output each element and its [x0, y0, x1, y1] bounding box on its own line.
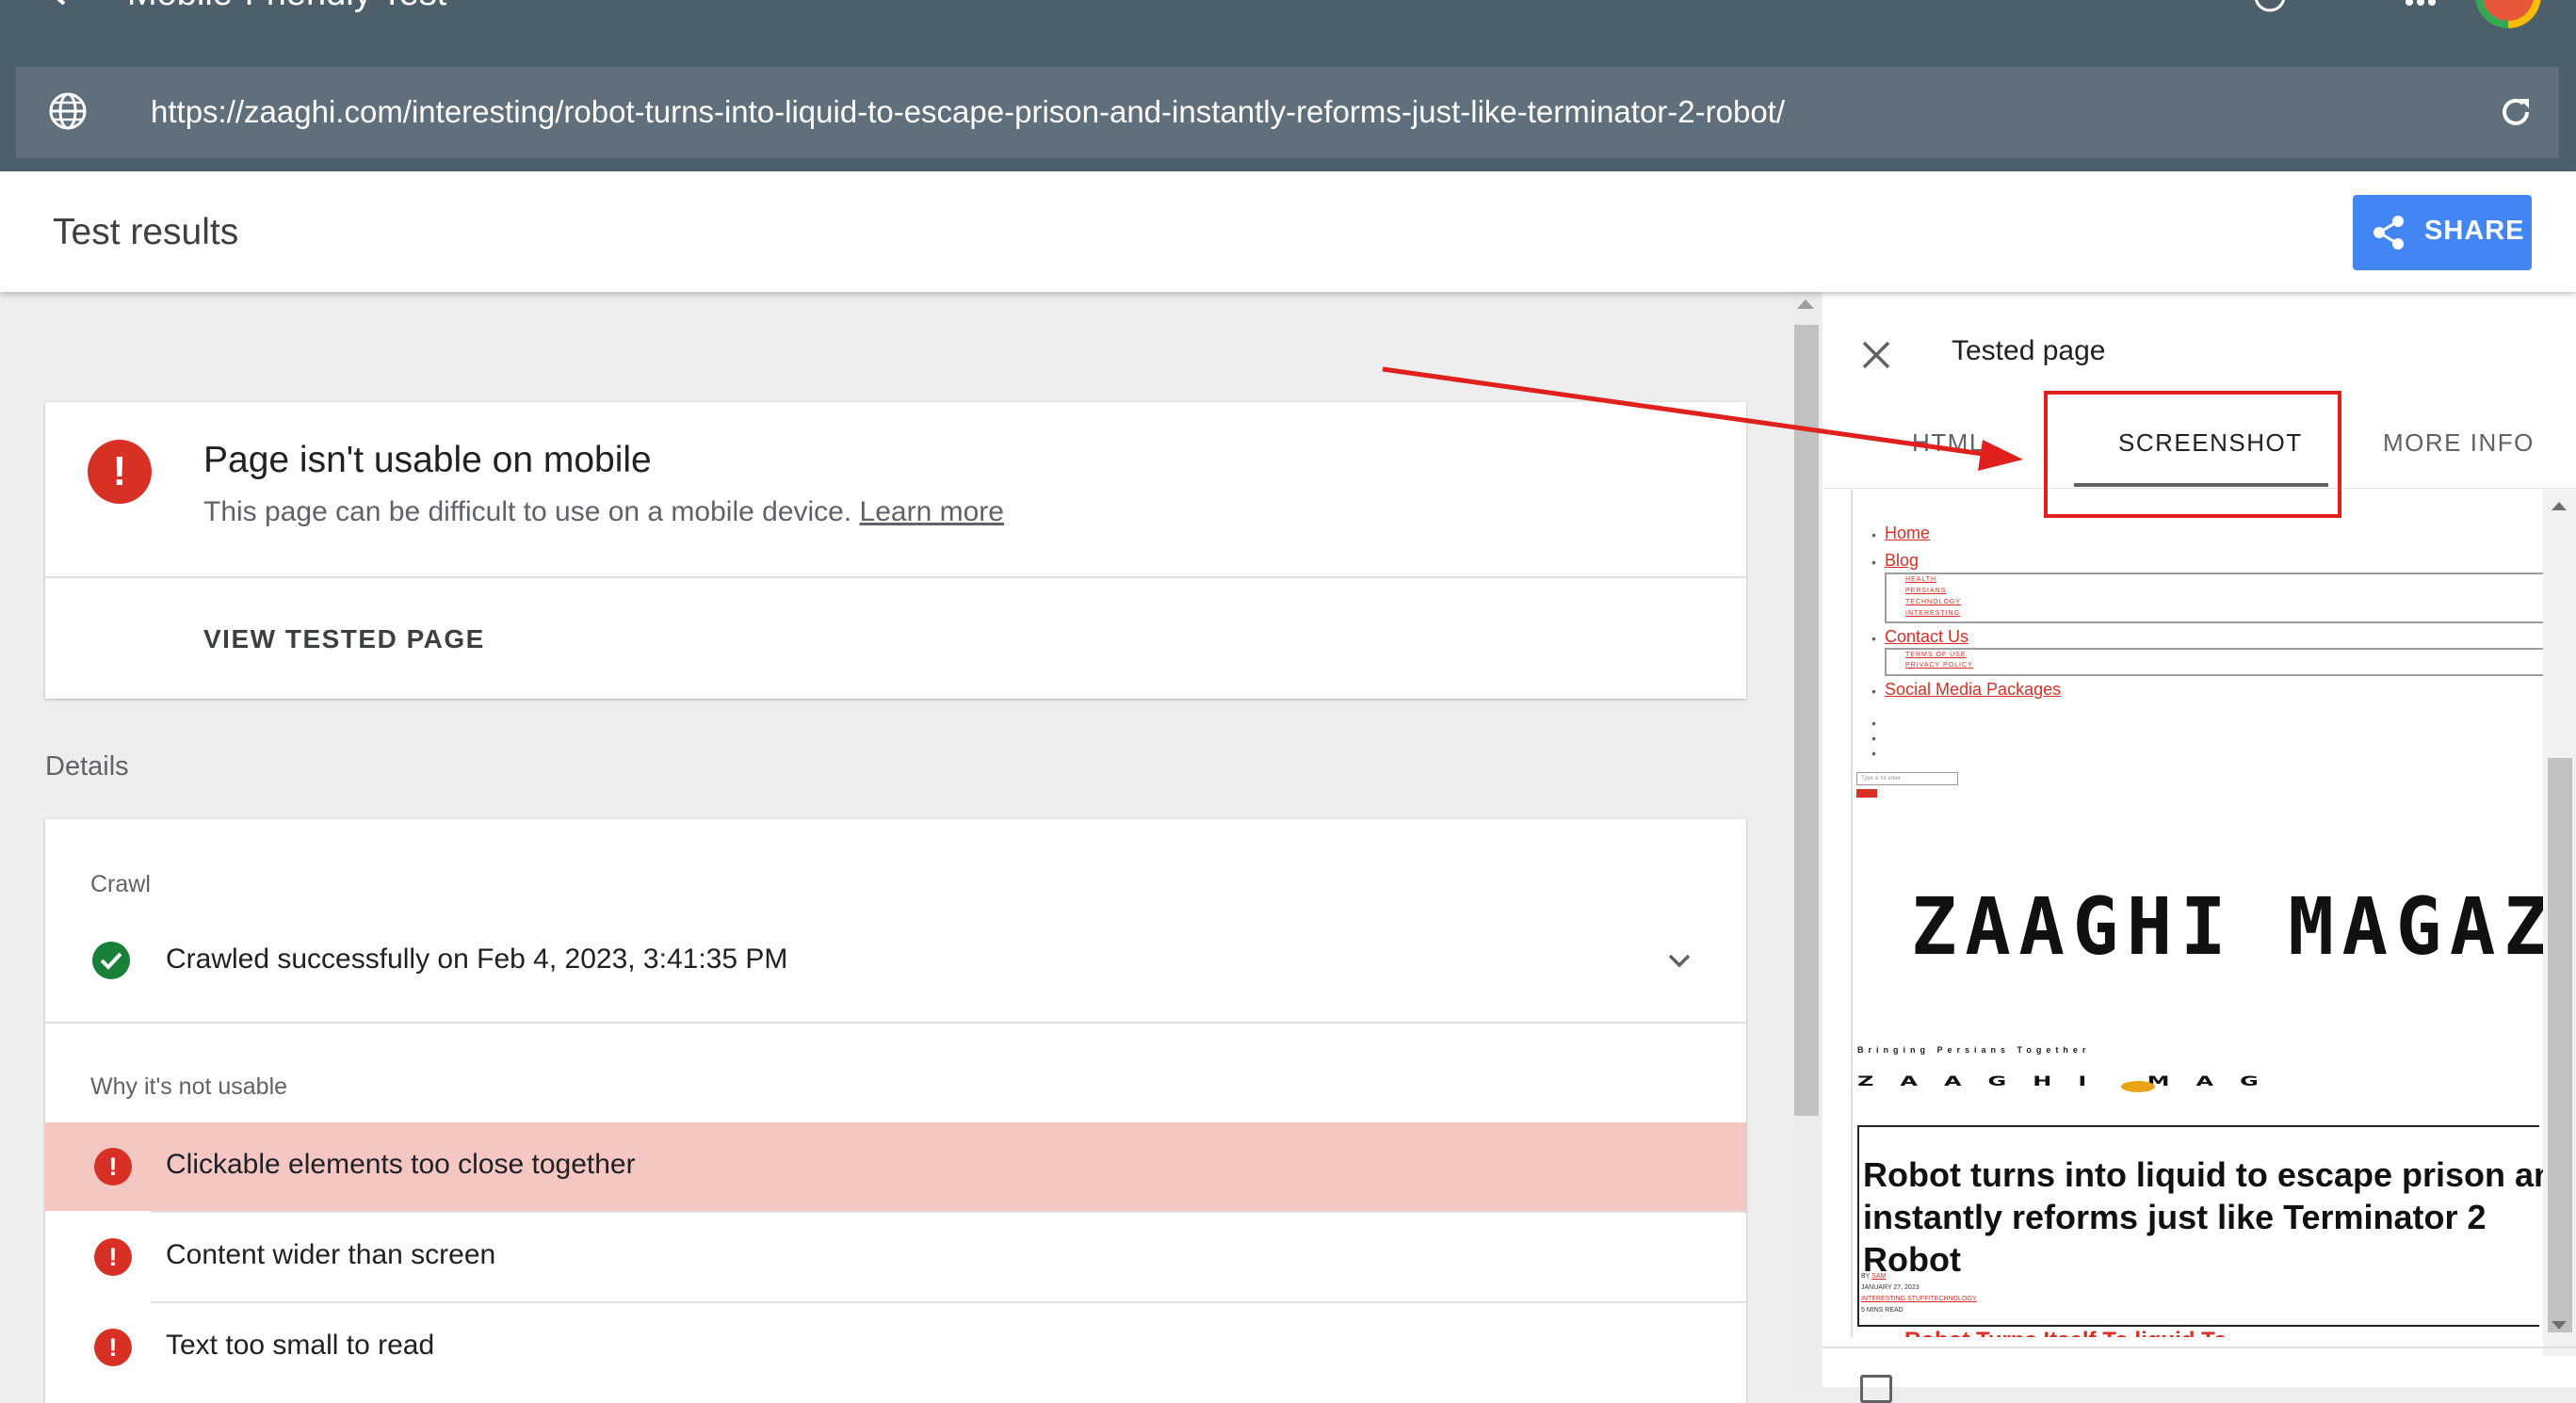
issue-text: Content wider than screen: [166, 1239, 496, 1270]
crawl-heading: Crawl: [90, 871, 151, 897]
preview-byline: BY SAM: [1861, 1273, 1886, 1280]
preview-article: Robot turns into liquid to escape prison…: [1857, 1125, 2550, 1327]
panel-title: Tested page: [1952, 335, 2106, 366]
check-circle-icon: [92, 942, 130, 979]
preview-categories: INTERESTING STUFF/TECHNOLOGY: [1861, 1296, 1977, 1302]
summary-description: This page can be difficult to use on a m…: [203, 496, 1004, 528]
bullet: •: [1871, 527, 1876, 542]
issue-text: Clickable elements too close together: [166, 1149, 636, 1180]
globe-icon: [47, 90, 89, 132]
preview-scrollbar-thumb[interactable]: [2548, 758, 2572, 1332]
summary-title: Page isn't usable on mobile: [203, 440, 652, 480]
bullet: •: [1871, 555, 1876, 570]
main-scrollbar-thumb[interactable]: [1794, 325, 1819, 1116]
preview-logo: ZAAGHI MAGAZ: [1911, 880, 2552, 973]
preview-sublink: PERSIANS: [1905, 588, 1947, 594]
page-title: Test results: [53, 212, 239, 252]
preview-nav-social: Social Media Packages: [1885, 680, 2062, 699]
bullet: •: [1871, 746, 1876, 761]
preview-sublink: TECHNOLOGY: [1905, 599, 1962, 605]
bullet: •: [1871, 731, 1876, 746]
preview-search-input: Type & hit enter: [1856, 772, 1958, 785]
preview-sublink: HEALTH: [1905, 576, 1937, 583]
preview-sublink: PRIVACY POLICY: [1905, 662, 1973, 669]
preview-nav-blog: Blog: [1885, 551, 1920, 570]
share-icon: [2370, 214, 2407, 251]
error-icon: !: [94, 1238, 132, 1276]
close-icon[interactable]: [1860, 339, 1892, 371]
preview-sublink: INTERESTING: [1905, 610, 1961, 617]
scroll-down-arrow-icon[interactable]: [2552, 1321, 2567, 1330]
device-icon: [1860, 1375, 1892, 1403]
learn-more-link[interactable]: Learn more: [860, 496, 1004, 527]
preview-submenu: TERMS OF USE PRIVACY POLICY: [1885, 648, 2550, 676]
preview-search-button: [1856, 789, 1877, 798]
summary-description-text: This page can be difficult to use on a m…: [203, 496, 852, 527]
divider: [45, 576, 1746, 578]
scroll-up-arrow-icon[interactable]: [1797, 299, 1814, 309]
issue-row[interactable]: ! Content wider than screen: [45, 1213, 1746, 1301]
preview-next-headline: Robot Turns Itself To liquid To: [1904, 1328, 2228, 1337]
crawl-status: Crawled successfully on Feb 4, 2023, 3:4…: [166, 943, 788, 975]
divider: [1823, 1347, 2576, 1348]
reload-icon[interactable]: [2497, 93, 2535, 131]
app-title: Mobile-Friendly Test: [127, 0, 446, 14]
apps-grid-icon[interactable]: [2402, 0, 2439, 11]
scroll-up-arrow-icon[interactable]: [2552, 502, 2567, 510]
url-input[interactable]: https://zaaghi.com/interesting/robot-tur…: [151, 94, 1785, 130]
annotation-highlight-box: [2044, 391, 2341, 518]
preview-headline: Robot turns into liquid to escape prison…: [1863, 1155, 2552, 1279]
back-arrow-icon[interactable]: [38, 0, 75, 9]
why-not-usable-heading: Why it's not usable: [90, 1073, 288, 1100]
error-icon: !: [94, 1148, 132, 1185]
error-icon: !: [94, 1329, 132, 1366]
preview-submenu: HEALTH PERSIANS TECHNOLOGY INTERESTING: [1885, 572, 2550, 623]
preview-nav-contact: Contact Us: [1885, 627, 1969, 646]
share-button[interactable]: SHARE: [2353, 195, 2532, 270]
chevron-down-icon[interactable]: [1665, 949, 1693, 972]
issue-row[interactable]: ! Clickable elements too close together: [45, 1122, 1746, 1211]
bullet: •: [1871, 684, 1876, 699]
preview-sublink: TERMS OF USE: [1905, 652, 1967, 658]
preview-date: JANUARY 27, 2023: [1861, 1284, 1920, 1291]
details-card: Crawl Crawled successfully on Feb 4, 202…: [45, 819, 1746, 1403]
issue-row[interactable]: ! Text too small to read: [45, 1303, 1746, 1392]
preview-tagline: Bringing Persians Together: [1857, 1045, 2091, 1055]
preview-author: SAM: [1871, 1273, 1887, 1280]
page-screenshot-preview: • Home • Blog HEALTH PERSIANS TECHNOLOGY…: [1851, 490, 2552, 1337]
avatar-image: [2483, 0, 2534, 21]
divider: [45, 1022, 1746, 1024]
preview-logo-wide: ZAAGHI MAG: [1857, 1073, 2285, 1089]
help-icon[interactable]: [2253, 0, 2287, 13]
results-header: Test results SHARE: [0, 171, 2576, 292]
bullet: •: [1871, 631, 1876, 646]
issue-text: Text too small to read: [166, 1330, 435, 1361]
preview-by: BY: [1861, 1273, 1871, 1280]
summary-card: ! Page isn't usable on mobile This page …: [45, 402, 1746, 699]
preview-nav-home: Home: [1885, 524, 1931, 542]
bullet: •: [1871, 716, 1876, 731]
error-icon: !: [88, 440, 152, 504]
details-heading: Details: [45, 751, 129, 782]
share-label: SHARE: [2424, 216, 2525, 246]
view-tested-page-button[interactable]: VIEW TESTED PAGE: [203, 624, 485, 654]
preview-read-time: 5 MINS READ: [1861, 1307, 1904, 1314]
preview-logo-mark: [2121, 1081, 2155, 1092]
tab-html[interactable]: HTML: [1912, 428, 1985, 458]
tab-more-info[interactable]: MORE INFO: [2383, 428, 2535, 458]
